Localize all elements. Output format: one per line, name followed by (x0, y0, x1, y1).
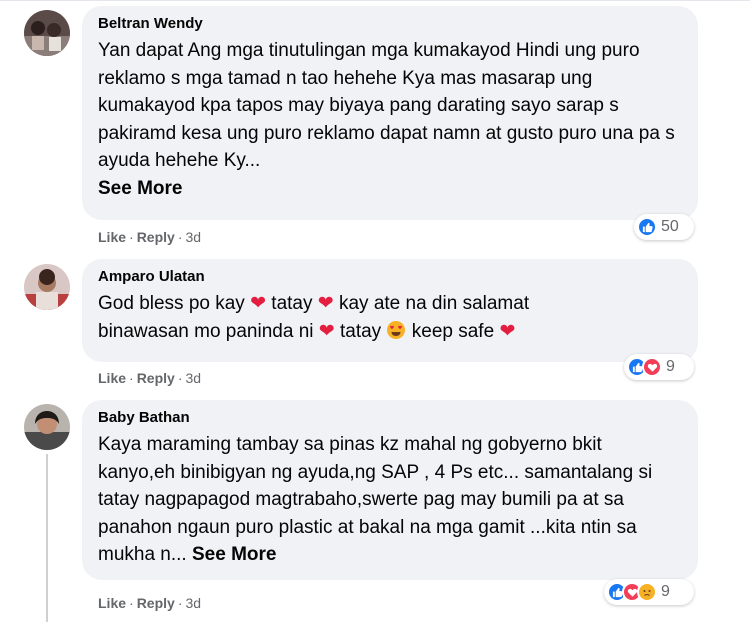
reply-thread-line (46, 454, 48, 622)
comment-author[interactable]: Baby Bathan (98, 408, 682, 428)
reaction-summary[interactable]: 50 (634, 214, 694, 240)
comment-text-segment: tatay (339, 320, 382, 342)
heart-emoji-icon: ❤ (318, 320, 335, 342)
comment-author[interactable]: Amparo Ulatan (98, 267, 682, 287)
like-button[interactable]: Like (98, 229, 126, 245)
like-button[interactable]: Like (98, 595, 126, 611)
reaction-count: 50 (661, 218, 679, 235)
like-button[interactable]: Like (98, 370, 126, 386)
separator-dot: · (177, 229, 183, 245)
comment-bubble: Amparo Ulatan God bless po kay ❤ tatay ❤… (82, 259, 698, 362)
love-icon (642, 357, 662, 377)
comment-body: Yan dapat Ang mga tinutulingan mga kumak… (98, 40, 675, 171)
separator-dot: · (129, 229, 134, 245)
comment-body: Kaya maraming tambay sa pinas kz mahal n… (98, 434, 653, 565)
comment-actions: Like · Reply · 3d (98, 370, 201, 386)
avatar[interactable] (24, 404, 70, 450)
timestamp[interactable]: 3d (185, 370, 201, 386)
comment-text-segment: kay ate na din salamat (338, 293, 530, 314)
reaction-summary[interactable]: 9 (624, 354, 694, 380)
separator-dot: · (177, 370, 183, 386)
timestamp[interactable]: 3d (185, 595, 201, 611)
comment-text: God bless po kay ❤ tatay ❤ kay ate na di… (98, 290, 682, 345)
heart-emoji-icon: ❤ (317, 293, 334, 314)
avatar[interactable] (24, 264, 70, 310)
comment-actions: Like · Reply · 3d (98, 595, 201, 611)
heart-emoji-icon: ❤ (250, 293, 267, 314)
comment-bubble: Beltran Wendy Yan dapat Ang mga tinutuli… (82, 6, 698, 220)
comment-text: Yan dapat Ang mga tinutulingan mga kumak… (98, 37, 682, 202)
top-divider (0, 0, 750, 1)
separator-dot: · (177, 595, 183, 611)
avatar[interactable] (24, 10, 70, 56)
reaction-count: 9 (666, 358, 675, 375)
separator-dot: · (129, 370, 134, 386)
reply-button[interactable]: Reply (137, 595, 175, 611)
heart-eyes-emoji-icon (386, 320, 411, 342)
reaction-count: 9 (661, 583, 670, 600)
see-more-link[interactable]: See More (192, 544, 276, 565)
sad-icon (637, 582, 657, 602)
reply-button[interactable]: Reply (137, 229, 175, 245)
comment-text: Kaya maraming tambay sa pinas kz mahal n… (98, 431, 658, 569)
heart-emoji-icon: ❤ (499, 320, 516, 342)
timestamp[interactable]: 3d (185, 229, 201, 245)
comment-text-segment: binawasan mo paninda ni (98, 320, 314, 342)
see-more-link[interactable]: See More (98, 178, 182, 199)
comment-text-segment: God bless po kay (98, 293, 245, 314)
comment-bubble: Baby Bathan Kaya maraming tambay sa pina… (82, 400, 698, 580)
comment-text-segment: tatay (271, 293, 313, 314)
comment-author[interactable]: Beltran Wendy (98, 14, 682, 34)
reply-button[interactable]: Reply (137, 370, 175, 386)
separator-dot: · (129, 595, 134, 611)
comment-text-segment: keep safe (411, 320, 495, 342)
comment-actions: Like · Reply · 3d (98, 229, 201, 245)
reaction-summary[interactable]: 9 (604, 579, 694, 605)
like-icon (637, 217, 657, 237)
